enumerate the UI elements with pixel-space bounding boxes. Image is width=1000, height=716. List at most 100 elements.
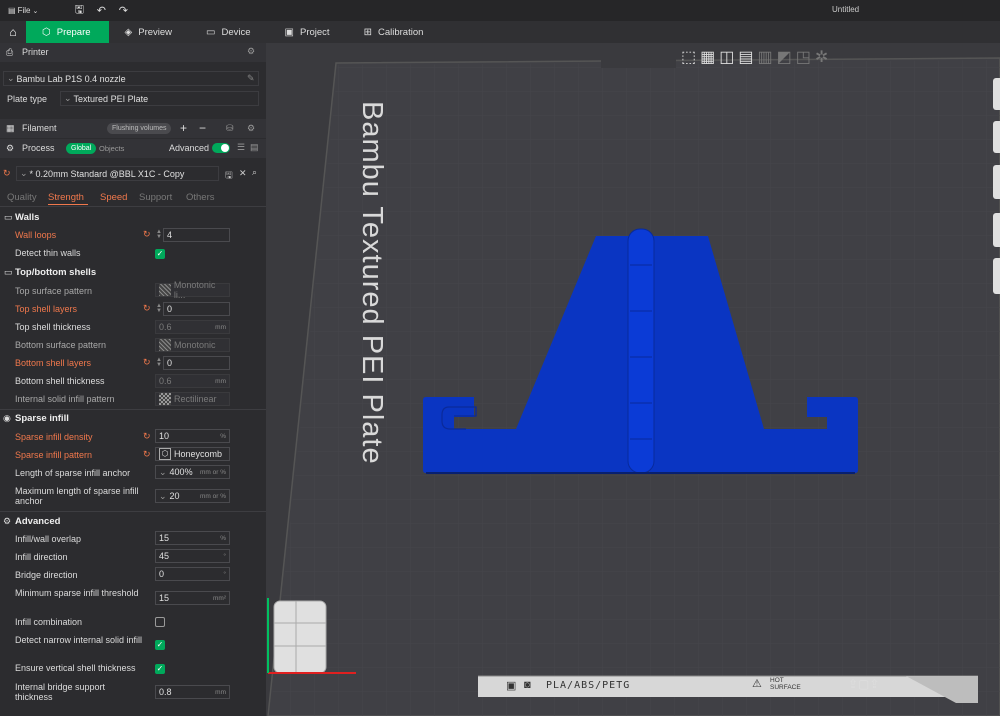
objects-toggle[interactable]: Objects [99, 144, 124, 153]
close-icon[interactable]: ✕ [239, 168, 247, 179]
shells-icon: ▭ [4, 267, 13, 277]
ensure-vertical-checkbox[interactable]: ✓ [155, 664, 165, 674]
process-icon: ⚙ [6, 143, 15, 153]
save-preset-icon[interactable]: 🖫 [225, 168, 233, 184]
walls-icon: ▭ [4, 212, 13, 222]
chevron-down-icon: ⌄ [7, 73, 15, 83]
reset-icon[interactable]: ↻ [143, 357, 151, 368]
divider [0, 206, 266, 207]
internal-solid-infill-select[interactable]: Rectilinear [155, 392, 230, 406]
tab-speed[interactable]: Speed [100, 192, 127, 203]
bridge-direction-label: Bridge direction [15, 570, 78, 580]
add-icon[interactable]: + [180, 121, 187, 135]
side-tab[interactable] [993, 121, 1000, 153]
save-icon[interactable]: 🖫 [68, 0, 90, 21]
infill-combination-checkbox[interactable] [155, 617, 165, 627]
internal-solid-infill-label: Internal solid infill pattern [15, 394, 115, 404]
list-icon[interactable]: ☰ [237, 142, 245, 153]
orient-icon[interactable]: ◳ [796, 47, 811, 67]
global-toggle[interactable]: Global [66, 143, 97, 154]
plate-type-select[interactable]: ⌄ Textured PEI Plate [60, 91, 259, 106]
divider [0, 511, 266, 512]
infill-wall-overlap-label: Infill/wall overlap [15, 534, 82, 544]
infill-direction-input[interactable]: 45 ° [155, 549, 230, 563]
document-title: Untitled [832, 5, 860, 14]
side-tab[interactable] [993, 258, 1000, 294]
add-cube-icon[interactable]: ⬚ [681, 47, 696, 67]
top-surface-pattern-select[interactable]: Monotonic li... [155, 280, 230, 300]
compare-icon[interactable]: ▤ [250, 142, 259, 153]
reset-icon[interactable]: ↻ [143, 229, 151, 240]
edit-icon[interactable]: ✎ [247, 73, 255, 84]
redo-icon[interactable]: ↷ [112, 0, 134, 21]
reset-icon[interactable]: ↻ [3, 168, 11, 179]
infill-wall-overlap-input[interactable]: 15% [155, 531, 230, 545]
top-shell-layers-label: Top shell layers [15, 304, 78, 314]
undo-icon[interactable]: ↶ [90, 0, 112, 21]
filament-compat-label: PLA/ABS/PETG [546, 680, 631, 691]
sparse-infill-pattern-select[interactable]: ⬡ Honeycomb [155, 447, 230, 461]
remove-icon[interactable]: − [199, 121, 206, 135]
reset-icon[interactable]: ↻ [143, 431, 151, 442]
sparse-anchor-input[interactable]: ⌄ 400% mm or % [155, 465, 230, 479]
top-shell-layers-input[interactable]: 0 [163, 302, 230, 316]
min-sparse-threshold-input[interactable]: 15 mm² [155, 591, 230, 605]
bridge-support-input[interactable]: 0.8 mm [155, 685, 230, 699]
reset-icon[interactable]: ↻ [143, 449, 151, 460]
side-tab[interactable] [993, 213, 1000, 247]
bottom-surface-pattern-select[interactable]: Monotonic [155, 338, 230, 352]
detect-thin-walls-checkbox[interactable]: ✓ [155, 249, 165, 259]
spin-arrows-icon[interactable]: ▲ ▼ [156, 357, 162, 368]
project-icon: ▣ [284, 26, 294, 38]
printer-select[interactable]: ⌄ Bambu Lab P1S 0.4 nozzle [3, 71, 259, 86]
home-icon[interactable]: ⌂ [0, 21, 26, 43]
tab-device[interactable]: ▭ Device [190, 21, 269, 43]
zoom-icon[interactable]: ⇪▢⇪ [848, 677, 879, 691]
side-tab[interactable] [993, 165, 1000, 199]
3d-viewport[interactable]: Bambu Textured PEI Plate ⬚ ▦ ◫ ▤ ▥ ◩ ◳ ✲… [266, 43, 1000, 716]
layers-icon: ◈ [124, 26, 133, 38]
bottom-shell-layers-input[interactable]: 0 [163, 356, 230, 370]
tab-quality[interactable]: Quality [7, 192, 37, 203]
tab-strength[interactable]: Strength [48, 192, 84, 203]
side-tab[interactable] [993, 78, 1000, 110]
bottom-shell-thickness-input[interactable]: 0.6 mm [155, 374, 230, 388]
gear-icon[interactable]: ✲ [815, 47, 828, 67]
wall-loops-input[interactable]: 4 [163, 228, 230, 242]
tab-calibration[interactable]: ⊞ Calibration [348, 21, 442, 43]
max-anchor-label: Maximum length of sparse infill anchor [15, 486, 139, 506]
switch-knob [221, 144, 229, 152]
layout-icon[interactable]: ▥ [758, 47, 773, 67]
tab-project[interactable]: ▣ Project [269, 21, 348, 43]
tab-prepare[interactable]: ⬡ Prepare [26, 21, 109, 43]
file-menu[interactable]: ▤ File ⌄ [8, 6, 38, 15]
flushing-volumes-button[interactable]: Flushing volumes [107, 123, 172, 134]
tab-preview[interactable]: ◈ Preview [109, 21, 191, 43]
gear-icon[interactable]: ⚙ [247, 46, 255, 57]
sparse-infill-pattern-label: Sparse infill pattern [15, 450, 93, 460]
plate-icon[interactable]: ◫ [719, 47, 734, 67]
viewport-toolbar: ⬚ ▦ ◫ ▤ ▥ ◩ ◳ ✲ [681, 47, 828, 67]
search-icon[interactable]: ⌕ [252, 167, 257, 178]
reset-icon[interactable]: ↻ [143, 303, 151, 314]
tab-support[interactable]: Support [139, 192, 172, 203]
split-icon[interactable]: ◩ [777, 47, 792, 67]
advanced-switch[interactable] [212, 143, 230, 153]
tab-others[interactable]: Others [186, 192, 215, 203]
top-shell-thickness-input[interactable]: 0.6 mm [155, 320, 230, 334]
filament-icon: ▦ [6, 123, 15, 133]
plate-notch [601, 48, 676, 68]
process-preset-select[interactable]: ⌄ * 0.20mm Standard @BBL X1C - Copy [16, 166, 219, 181]
max-anchor-input[interactable]: ⌄ 20 mm or % [155, 489, 230, 503]
gear-icon[interactable]: ⚙ [247, 123, 255, 134]
layout-icon[interactable]: ▤ [738, 47, 753, 67]
grid-icon[interactable]: ▦ [700, 47, 715, 67]
honeycomb-icon: ⬡ [159, 448, 171, 460]
sync-icon[interactable]: ⛁ [226, 123, 234, 134]
spin-arrows-icon[interactable]: ▲ ▼ [156, 303, 162, 314]
sparse-infill-density-input[interactable]: 10% [155, 429, 230, 443]
sparse-infill-density-label: Sparse infill density [15, 432, 93, 442]
detect-narrow-infill-checkbox[interactable]: ✓ [155, 640, 165, 650]
bridge-direction-input[interactable]: 0 ° [155, 567, 230, 581]
spin-arrows-icon[interactable]: ▲ ▼ [156, 229, 162, 240]
